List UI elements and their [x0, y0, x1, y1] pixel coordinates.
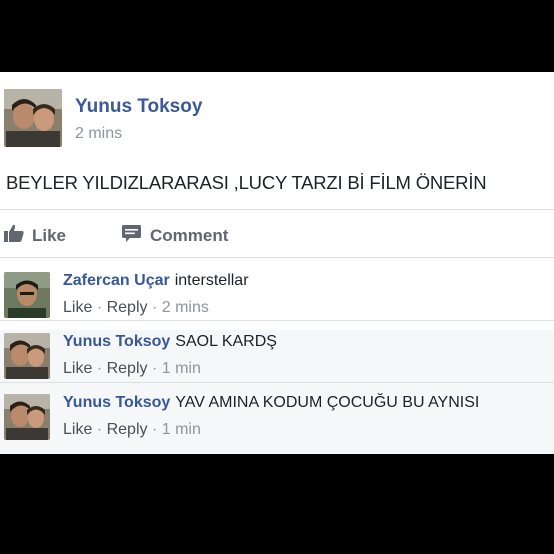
comment-item: Zafercan Uçar interstellar Like · Reply ·… [0, 266, 554, 326]
divider [0, 382, 554, 383]
comment-item: Yunus Toksoy SAOL KARDŞ Like · Reply · 1 … [0, 327, 554, 387]
thumbs-up-icon [4, 224, 24, 247]
comment-reply-link[interactable]: Reply [107, 299, 148, 316]
separator-dot: · [151, 421, 158, 438]
comment-like-link[interactable]: Like [63, 360, 92, 377]
post-text: BEYLER YILDIZLARARASI ,LUCY TARZI Bİ FİL… [6, 172, 487, 193]
like-button-label: Like [32, 225, 67, 245]
comment-meta: Like · Reply · 1 min [63, 421, 201, 439]
comment-item: Yunus Toksoy YAV AMINA KODUM ÇOCUĞU BU AY… [0, 388, 554, 448]
comment-text: interstellar [174, 272, 249, 289]
separator-dot: · [96, 360, 103, 377]
comment-text: SAOL KARDŞ [175, 333, 277, 350]
comment-body: Yunus Toksoy YAV AMINA KODUM ÇOCUĞU BU AY… [63, 394, 479, 412]
comment-like-link[interactable]: Like [63, 299, 92, 316]
comment-author[interactable]: Zafercan Uçar [63, 272, 170, 289]
comment-time[interactable]: 2 mins [162, 299, 209, 316]
comment-icon [122, 224, 142, 247]
post-author-avatar[interactable] [4, 89, 62, 147]
commenter-avatar[interactable] [4, 272, 50, 318]
divider [0, 257, 554, 258]
comment-meta: Like · Reply · 2 mins [63, 299, 209, 317]
divider [0, 209, 554, 210]
comment-body: Zafercan Uçar interstellar [63, 272, 249, 290]
comment-body: Yunus Toksoy SAOL KARDŞ [63, 333, 277, 351]
facebook-post-card: Yunus Toksoy 2 mins BEYLER YILDIZLARARAS… [0, 72, 554, 454]
like-button[interactable]: Like [4, 224, 66, 247]
comment-text: YAV AMINA KODUM ÇOCUĞU BU AYNISI [175, 394, 480, 411]
comment-time[interactable]: 1 min [162, 360, 201, 377]
comment-meta: Like · Reply · 1 min [63, 360, 201, 378]
comment-button-label: Comment [150, 225, 229, 245]
separator-dot: · [96, 299, 103, 316]
separator-dot: · [96, 421, 103, 438]
post-timestamp[interactable]: 2 mins [75, 125, 122, 143]
comment-button[interactable]: Comment [122, 224, 228, 247]
separator-dot: · [151, 360, 158, 377]
commenter-avatar[interactable] [4, 394, 50, 440]
comment-like-link[interactable]: Like [63, 421, 92, 438]
post-author-name[interactable]: Yunus Toksoy [75, 96, 202, 118]
divider [0, 320, 554, 321]
separator-dot: · [151, 299, 158, 316]
comment-reply-link[interactable]: Reply [107, 360, 148, 377]
comment-author[interactable]: Yunus Toksoy [63, 333, 170, 350]
comment-reply-link[interactable]: Reply [107, 421, 148, 438]
comment-author[interactable]: Yunus Toksoy [63, 394, 170, 411]
commenter-avatar[interactable] [4, 333, 50, 379]
comment-time[interactable]: 1 min [162, 421, 201, 438]
